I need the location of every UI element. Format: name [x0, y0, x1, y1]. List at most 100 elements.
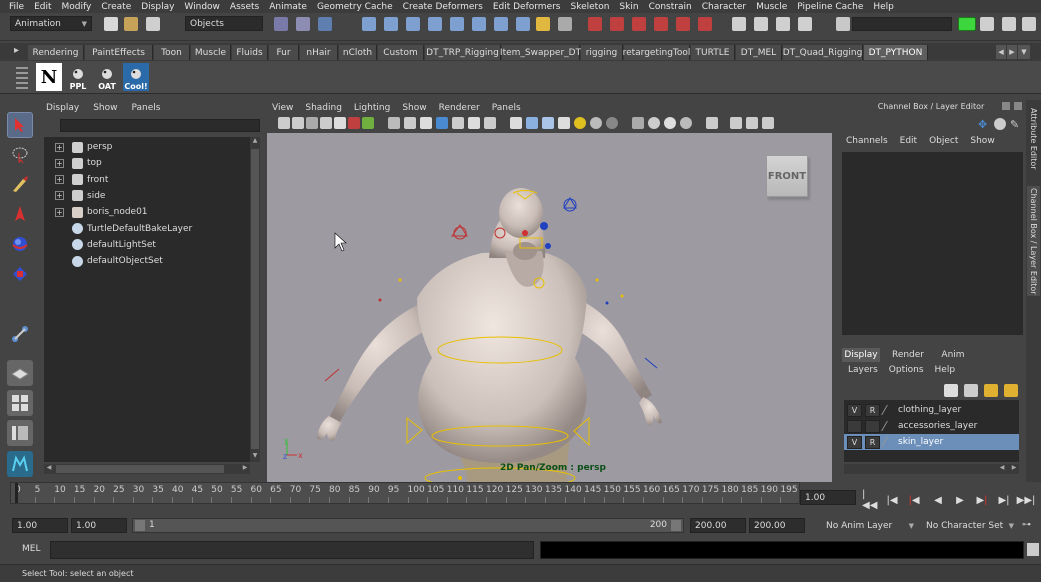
shelf-tab-retargetingtool[interactable]: retargetingTool [623, 45, 690, 60]
menu-set-dropdown[interactable]: Animation ▼ [10, 16, 92, 31]
xray-icon[interactable] [648, 117, 660, 129]
selection-mode-dropdown[interactable]: Objects [185, 16, 263, 31]
layer-tab-display[interactable]: Display [842, 348, 880, 362]
high-quality-icon[interactable] [680, 117, 692, 129]
layer-tab-render[interactable]: Render [890, 348, 926, 362]
shelf-tab-dt-trp-rigging[interactable]: DT_TRP_Rigging [425, 45, 501, 60]
outliner-item[interactable]: defaultObjectSet [44, 253, 163, 269]
layer-row[interactable]: V Rskin_layer [844, 434, 1019, 450]
outliner-menu-display[interactable]: Display [46, 103, 79, 113]
share-icon[interactable] [762, 117, 774, 129]
go-to-end-icon[interactable]: ▶▶| [1017, 493, 1036, 507]
layer-color-icon[interactable] [881, 405, 897, 415]
character-set-dropdown[interactable]: No Character Set ▼ [922, 518, 1018, 533]
lights-icon[interactable] [574, 117, 586, 129]
chevron-right-icon[interactable]: ▶ [1009, 464, 1019, 474]
layer-reference-toggle[interactable]: R [865, 435, 880, 449]
menu-file[interactable]: File [4, 2, 29, 12]
xray-joints-icon[interactable] [664, 117, 676, 129]
shelf-button-cool[interactable]: Cool! [123, 63, 149, 91]
lasso-tool-icon[interactable] [7, 141, 33, 167]
shelf-tab-nhair[interactable]: nHair [300, 45, 338, 60]
menu-modify[interactable]: Modify [57, 2, 97, 12]
viewport-menu-shading[interactable]: Shading [305, 103, 342, 113]
outliner-search-input[interactable] [60, 119, 260, 132]
wireframe-icon[interactable] [510, 117, 522, 129]
menu-character[interactable]: Character [697, 2, 751, 12]
channel-box-menu-edit[interactable]: Edit [900, 136, 917, 146]
layer-editor-menu-options[interactable]: Options [889, 365, 924, 375]
chevron-left-icon[interactable]: ◀ [44, 464, 54, 474]
outliner-menu-panels[interactable]: Panels [131, 103, 160, 113]
tool-settings-toggle-icon[interactable] [1002, 17, 1016, 31]
viewport-menu-view[interactable]: View [272, 103, 293, 113]
gate-mask-icon[interactable] [420, 117, 432, 129]
outliner-item[interactable]: + side [44, 188, 105, 204]
scrollbar-thumb[interactable] [251, 149, 259, 449]
pick-curve-icon[interactable] [406, 17, 420, 31]
layer-stack-icon[interactable] [964, 384, 978, 397]
transform-icon[interactable]: ✥ [978, 118, 990, 131]
shelf-tab-menu-icon[interactable]: ▼ [1018, 45, 1030, 59]
ambient-occlusion-icon[interactable] [606, 117, 618, 129]
image-plane-icon[interactable] [320, 117, 332, 129]
shelf-tab-dt-quad-rigging[interactable]: DT_Quad_Rigging [783, 45, 863, 60]
shadows-icon[interactable] [590, 117, 602, 129]
channel-box-side-tab[interactable]: Channel Box / Layer Editor [1027, 186, 1040, 296]
pick-render-icon[interactable] [494, 17, 508, 31]
field-chart-icon[interactable] [436, 117, 448, 129]
select-component-icon[interactable] [318, 17, 332, 31]
channel-box-attributes[interactable] [842, 152, 1023, 335]
step-forward-frame-icon[interactable]: ▶| [996, 493, 1012, 507]
menu-geometry-cache[interactable]: Geometry Cache [312, 2, 398, 12]
menu-create-deformers[interactable]: Create Deformers [398, 2, 488, 12]
create-layer-icon[interactable] [984, 384, 998, 397]
channel-box-menu-channels[interactable]: Channels [846, 136, 888, 146]
text-hud-icon[interactable] [484, 117, 496, 129]
move-tool-icon[interactable] [7, 201, 33, 227]
viewport-menu-lighting[interactable]: Lighting [354, 103, 390, 113]
layout-four-icon[interactable] [7, 390, 33, 416]
film-gate-icon[interactable] [388, 117, 400, 129]
ipr-render-icon[interactable] [776, 17, 790, 31]
select-hierarchy-icon[interactable] [274, 17, 288, 31]
viewport-menu-panels[interactable]: Panels [492, 103, 521, 113]
step-back-frame-icon[interactable]: |◀ [884, 493, 900, 507]
layout-single-icon[interactable] [7, 360, 33, 386]
chevron-right-icon[interactable]: ▶ [1007, 45, 1017, 59]
close-panel-icon[interactable] [1014, 102, 1022, 110]
channel-box-menu-show[interactable]: Show [970, 136, 994, 146]
shelf-button-n[interactable]: N [36, 63, 62, 91]
grid-toggle-icon[interactable] [362, 117, 374, 129]
outliner-item[interactable]: + boris_node01 [44, 204, 148, 220]
safe-action-icon[interactable] [452, 117, 464, 129]
menu-window[interactable]: Window [179, 2, 225, 12]
layer-reference-toggle[interactable] [865, 419, 880, 433]
chevron-up-icon[interactable]: ▲ [250, 137, 260, 147]
range-end-handle[interactable] [671, 520, 681, 531]
menu-edit-deformers[interactable]: Edit Deformers [488, 2, 566, 12]
render-settings-icon[interactable] [798, 17, 812, 31]
outliner-item[interactable]: + front [44, 172, 108, 188]
playback-start-field[interactable]: 1.00 [71, 518, 127, 533]
camera-lock-icon[interactable] [746, 117, 758, 129]
grease-pencil-icon[interactable] [348, 117, 360, 129]
render-frame-icon[interactable] [754, 17, 768, 31]
layer-color-icon[interactable] [881, 421, 897, 431]
expand-icon[interactable]: + [55, 207, 64, 217]
go-to-start-icon[interactable]: |◀◀ [862, 489, 878, 511]
safe-title-icon[interactable] [468, 117, 480, 129]
new-scene-icon[interactable] [104, 17, 118, 31]
isolate-select-icon[interactable] [632, 117, 644, 129]
view-cube[interactable]: FRONT [766, 155, 808, 197]
display-layer-icon[interactable] [730, 117, 742, 129]
pick-misc-icon[interactable] [516, 17, 530, 31]
current-time-field[interactable]: 1.00 [800, 490, 856, 505]
shelf-tab-turtle[interactable]: TURTLE [691, 45, 735, 60]
current-time-indicator[interactable] [15, 483, 18, 503]
highlight-selection-icon[interactable] [558, 17, 572, 31]
shelf-tab-item-swapper-dt[interactable]: Item_Swapper_DT [500, 45, 581, 60]
chevron-left-icon[interactable]: ◀ [996, 45, 1006, 59]
select-object-icon[interactable] [296, 17, 310, 31]
rotate-tool-icon[interactable] [7, 231, 33, 257]
